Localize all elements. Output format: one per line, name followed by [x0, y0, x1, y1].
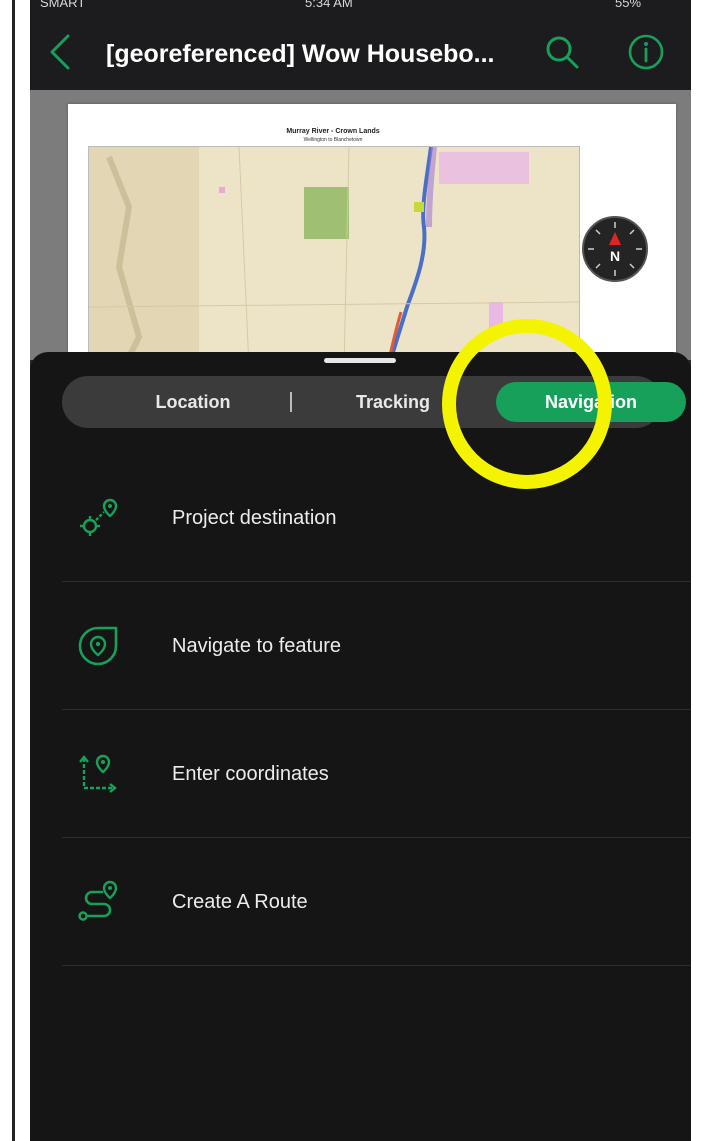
map-graphic — [89, 147, 579, 367]
top-navigation-bar: [georeferenced] Wow Housebo... — [30, 12, 691, 90]
app-screen: SMART 5:34 AM 55% [georeferenced] Wow Ho… — [30, 0, 691, 1141]
map-subtitle: Wellington to Blanchetown — [303, 137, 363, 143]
chevron-left-icon — [50, 34, 70, 70]
compass-icon: N — [588, 222, 642, 276]
create-route-icon — [76, 880, 120, 924]
tab-location[interactable]: Location — [98, 376, 288, 428]
search-icon — [546, 36, 579, 69]
list-item-create-route[interactable]: Create A Route — [62, 838, 691, 966]
map-view[interactable]: Murray River - Crown Lands Wellington to… — [30, 90, 691, 368]
info-icon — [628, 34, 664, 70]
status-bar: SMART 5:34 AM 55% — [30, 0, 691, 12]
list-item-label: Enter coordinates — [172, 763, 329, 785]
map-title: Murray River - Crown Lands — [286, 128, 380, 135]
tab-tracking[interactable]: Tracking — [298, 376, 488, 428]
list-item-navigate-to-feature[interactable]: Navigate to feature — [62, 582, 691, 710]
list-item-label: Project destination — [172, 507, 337, 529]
right-frame — [691, 0, 704, 1141]
back-button[interactable] — [44, 32, 78, 72]
compass-button[interactable]: N — [582, 216, 648, 282]
list-item-label: Navigate to feature — [172, 635, 341, 657]
search-button[interactable] — [542, 32, 582, 72]
status-time: 5:34 AM — [305, 0, 353, 10]
page-title: [georeferenced] Wow Housebo... — [106, 40, 495, 68]
enter-coordinates-icon — [76, 752, 120, 796]
map-image — [88, 146, 580, 368]
bottom-sheet: Location Tracking Navigation Project des… — [30, 352, 691, 1141]
info-button[interactable] — [626, 32, 666, 72]
project-destination-icon — [76, 496, 120, 540]
navigate-to-feature-icon — [76, 624, 120, 668]
list-item-project-destination[interactable]: Project destination — [62, 454, 691, 582]
left-frame-edge — [12, 0, 15, 1141]
compass-label: N — [610, 248, 620, 264]
mode-tabs: Location Tracking Navigation — [62, 376, 686, 428]
list-item-label: Create A Route — [172, 891, 308, 913]
list-item-enter-coordinates[interactable]: Enter coordinates — [62, 710, 691, 838]
left-frame — [0, 0, 30, 1141]
navigation-menu: Project destination Navigate to feature — [62, 454, 691, 966]
status-battery: 55% — [615, 0, 642, 10]
tab-navigation[interactable]: Navigation — [496, 382, 686, 422]
status-carrier: SMART — [40, 0, 86, 10]
sheet-grabber[interactable] — [324, 358, 396, 363]
tab-divider — [290, 392, 292, 412]
divider — [62, 965, 691, 966]
